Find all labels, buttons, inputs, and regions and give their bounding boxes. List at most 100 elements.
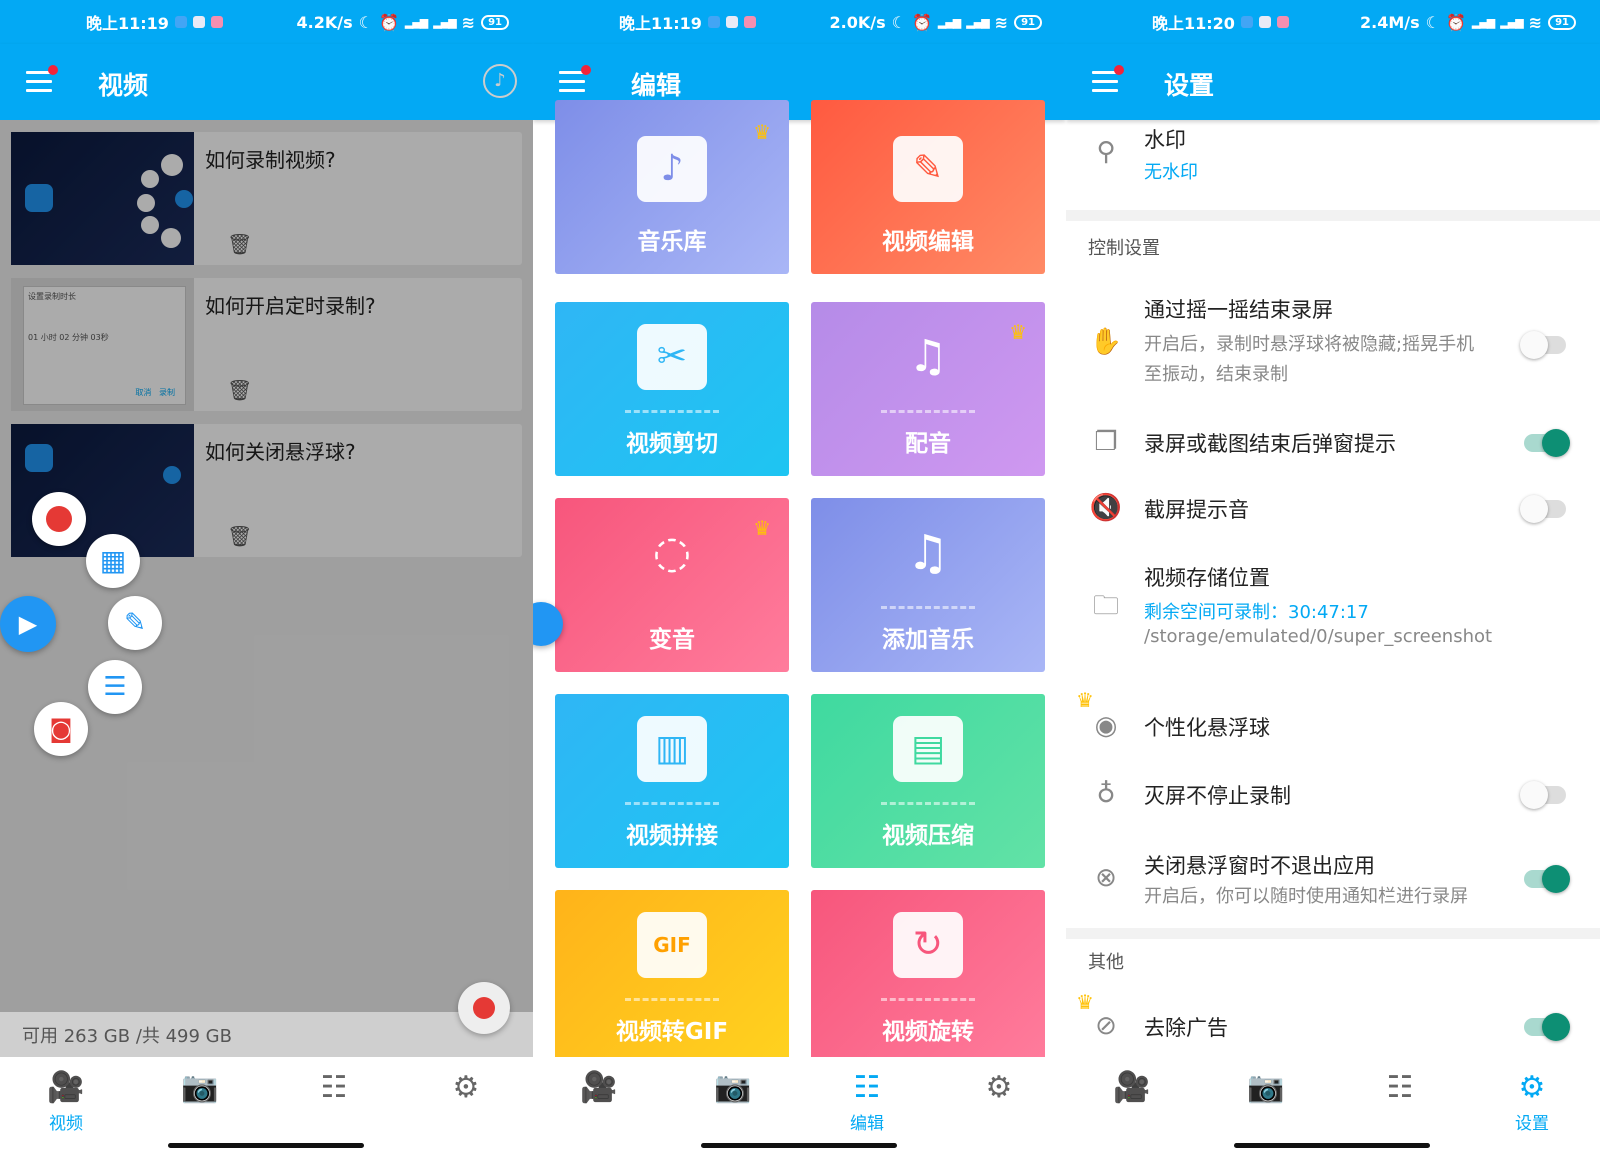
gear-icon: ⚙ — [1518, 1070, 1546, 1105]
status-bar: 晚上11:20 2.4M/s ☾ ⏰ ▂▄▆ ▂▄▆ ≋ 91 — [1066, 0, 1600, 44]
tile-voice-change[interactable]: ◌ 变音 ♛ — [555, 498, 789, 672]
gif-icon: GIF — [637, 912, 707, 978]
section-header: 控制设置 — [1088, 238, 1160, 259]
tab-settings[interactable]: ⚙ 设置 — [1498, 1067, 1566, 1134]
tile-video-edit[interactable]: ✎ 视频编辑 — [811, 100, 1045, 274]
setting-title: 视频存储位置 — [1144, 566, 1270, 590]
net-speed: 2.0K/s — [829, 12, 886, 32]
setting-title: 水印 — [1144, 128, 1186, 152]
settings-sliders-icon[interactable]: ☰ — [88, 660, 142, 714]
tab-video[interactable]: 🎥 — [565, 1067, 633, 1131]
setting-popup[interactable]: ❐ 录屏或截图结束后弹窗提示 — [1066, 420, 1600, 470]
folder-icon: 🗀 — [1092, 591, 1119, 621]
screenshot-camera-icon[interactable]: ◙ — [34, 702, 88, 756]
tab-edit[interactable]: ☷ — [1366, 1067, 1434, 1131]
tab-settings[interactable]: ⚙ — [432, 1067, 500, 1131]
tile-music-library[interactable]: ♪ 音乐库 ♛ — [555, 100, 789, 274]
divider — [625, 410, 719, 413]
toggle-popup[interactable] — [1524, 429, 1570, 457]
divider — [881, 802, 975, 805]
alarm-icon: ⏰ — [378, 12, 399, 32]
tab-settings[interactable]: ⚙ — [965, 1067, 1033, 1131]
tab-label: 编辑 — [850, 1114, 884, 1134]
setting-storage-location[interactable]: 🗀 视频存储位置 剩余空间可录制：30:47:17 /storage/emula… — [1066, 556, 1600, 656]
tab-screenshot[interactable]: 📷 — [166, 1067, 234, 1131]
setting-screen-off[interactable]: ♁ 灭屏不停止录制 — [1066, 772, 1600, 822]
toggle-screen-off[interactable] — [1520, 781, 1566, 809]
edit-panel: 晚上11:19 2.0K/s ☾ ⏰ ▂▄▆ ▂▄▆ ≋ 91 编辑 ♪ 音乐库 ♛ ✎ 视频编辑… — [533, 0, 1066, 1156]
setting-title: 录屏或截图结束后弹窗提示 — [1144, 432, 1396, 456]
shake-icon: ✋ — [1089, 327, 1123, 357]
tile-video-rotate[interactable]: ↻ 视频旋转 — [811, 890, 1045, 1064]
brush-icon[interactable]: ✎ — [108, 596, 162, 650]
divider — [625, 802, 719, 805]
moon-icon: ☾ — [358, 12, 373, 32]
tile-video-compress[interactable]: ▤ 视频压缩 — [811, 694, 1045, 868]
tile-video-to-gif[interactable]: GIF 视频转GIF — [555, 890, 789, 1064]
tab-screenshot[interactable]: 📷 — [699, 1067, 767, 1131]
settings-panel: 晚上11:20 2.4M/s ☾ ⏰ ▂▄▆ ▂▄▆ ≋ 91 设置 ⚲ 水印 无水印 控制… — [1066, 0, 1600, 1156]
divider — [625, 998, 719, 1001]
setting-title: 通过摇一摇结束录屏 — [1144, 298, 1333, 322]
bulb-icon: ♁ — [1096, 779, 1116, 809]
crown-icon: ♛ — [753, 516, 771, 540]
sliders-icon: ☷ — [320, 1070, 348, 1105]
notif-icon — [174, 16, 187, 28]
tab-edit[interactable]: ☷ 编辑 — [833, 1067, 901, 1134]
home-indicator — [1234, 1143, 1430, 1148]
record-button[interactable] — [32, 492, 86, 546]
tab-video[interactable]: 🎥 视频 — [32, 1067, 100, 1134]
no-ads-icon: ⊘ — [1095, 1011, 1117, 1041]
setting-remove-ads[interactable]: ⊘ 去除广告 — [1066, 1004, 1600, 1054]
notif-icon — [725, 16, 738, 28]
tile-video-cut[interactable]: ✂ 视频剪切 — [555, 302, 789, 476]
toolbox-icon[interactable]: ▦ — [86, 534, 140, 588]
toggle-sound[interactable] — [1520, 495, 1566, 523]
hamburger-icon[interactable] — [26, 65, 58, 93]
setting-watermark[interactable]: ⚲ 水印 无水印 — [1066, 120, 1600, 212]
signal-icon: ▂▄▆ — [433, 15, 456, 29]
toggle-remove-ads[interactable] — [1524, 1013, 1570, 1041]
tile-add-music[interactable]: ♫ 添加音乐 — [811, 498, 1045, 672]
signal-icon: ▂▄▆ — [1500, 15, 1523, 29]
setting-desc: 开启后，录制时悬浮球将被隐藏;摇晃手机 — [1144, 334, 1475, 355]
floating-record-ball[interactable] — [458, 982, 510, 1034]
setting-custom-ball[interactable]: ◉ 个性化悬浮球 — [1066, 704, 1600, 754]
notif-icon — [1258, 16, 1271, 28]
video-camera-icon[interactable]: ▶ — [0, 596, 56, 652]
setting-no-exit[interactable]: ⊗ 关闭悬浮窗时不退出应用 开启后，你可以随时使用通知栏进行录屏 — [1066, 846, 1600, 916]
status-bar: 晚上11:19 2.0K/s ☾ ⏰ ▂▄▆ ▂▄▆ ≋ 91 — [533, 0, 1066, 44]
alarm-icon: ⏰ — [911, 12, 932, 32]
setting-sound[interactable]: 🔇 截屏提示音 — [1066, 486, 1600, 536]
notif-icon — [210, 16, 223, 28]
setting-title: 灭屏不停止录制 — [1144, 784, 1291, 808]
moon-icon: ☾ — [1425, 12, 1440, 32]
app-bar: 视频 ♪ — [0, 44, 533, 120]
crown-icon: ♛ — [1009, 320, 1027, 344]
music-note-icon[interactable]: ♪ — [483, 64, 517, 98]
divider — [881, 410, 975, 413]
tile-label: 配音 — [905, 431, 951, 457]
setting-desc: 开启后，你可以随时使用通知栏进行录屏 — [1144, 886, 1468, 907]
tab-edit[interactable]: ☷ — [300, 1067, 368, 1131]
tile-label: 视频压缩 — [882, 823, 974, 849]
toggle-shake[interactable] — [1520, 331, 1566, 359]
signal-icon: ▂▄▆ — [937, 15, 961, 29]
setting-title: 个性化悬浮球 — [1144, 716, 1270, 740]
hamburger-icon[interactable] — [1092, 65, 1124, 93]
tile-label: 视频旋转 — [882, 1019, 974, 1045]
tab-video[interactable]: 🎥 — [1098, 1067, 1166, 1131]
film-merge-icon: ▥ — [637, 716, 707, 782]
video-camera-icon: 🎥 — [47, 1070, 85, 1105]
tile-video-merge[interactable]: ▥ 视频拼接 — [555, 694, 789, 868]
tile-label: 变音 — [649, 627, 695, 653]
setting-shake[interactable]: ✋ 通过摇一摇结束录屏 开启后，录制时悬浮球将被隐藏;摇晃手机 至振动，结束录制 — [1066, 290, 1600, 390]
tab-screenshot[interactable]: 📷 — [1232, 1067, 1300, 1131]
hamburger-icon[interactable] — [559, 65, 591, 93]
status-bar: 晚上11:19 4.2K/s ☾ ⏰ ▂▄▆ ▂▄▆ ≋ 91 — [0, 0, 533, 44]
close-circle-icon: ⊗ — [1095, 863, 1117, 893]
tile-label: 视频转GIF — [615, 1019, 729, 1045]
tile-dubbing[interactable]: ♫ 配音 ♛ — [811, 302, 1045, 476]
tab-label: 设置 — [1515, 1114, 1549, 1134]
toggle-no-exit[interactable] — [1524, 865, 1570, 893]
